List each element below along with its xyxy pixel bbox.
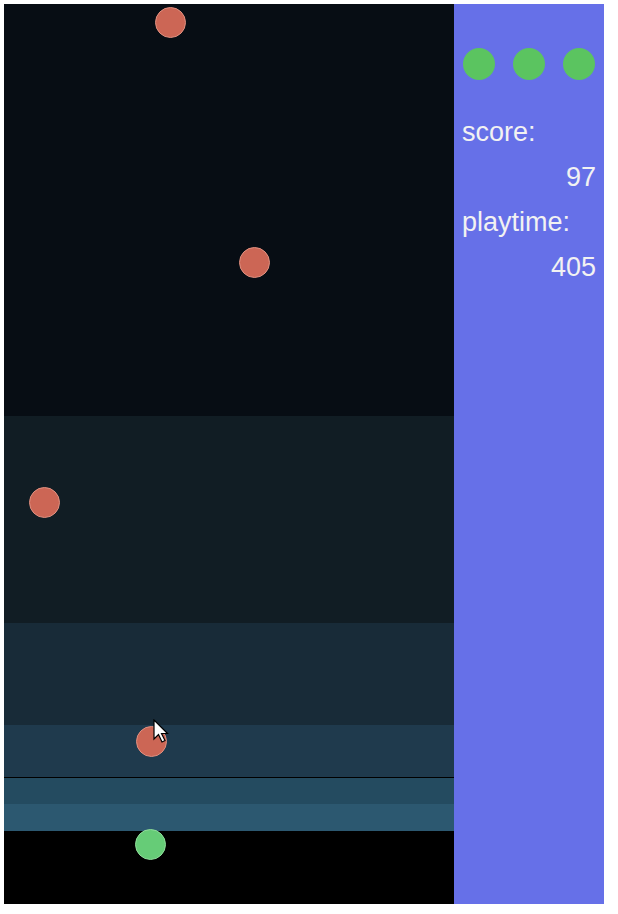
band: [4, 725, 454, 777]
life-dot: [563, 48, 595, 80]
life-dot: [463, 48, 495, 80]
stat-value: 97: [462, 154, 596, 200]
life-dot: [513, 48, 545, 80]
stat-value: 405: [462, 244, 596, 290]
band: [4, 4, 454, 416]
stat: score:97: [462, 110, 596, 200]
stat-label: playtime:: [462, 200, 596, 244]
band: [4, 778, 454, 804]
sidebar: score:97playtime:405: [454, 4, 604, 904]
cursor-icon: [153, 719, 171, 745]
player-ball[interactable]: [135, 829, 166, 860]
band: [4, 804, 454, 831]
enemy-ball: [29, 487, 60, 518]
stat: playtime:405: [462, 200, 596, 290]
game-canvas[interactable]: [4, 4, 454, 904]
band: [4, 623, 454, 725]
player-zone: [4, 831, 454, 904]
band: [4, 416, 454, 623]
stat-label: score:: [462, 110, 596, 154]
page: score:97playtime:405: [0, 0, 618, 914]
enemy-ball: [239, 247, 270, 278]
enemy-ball: [155, 7, 186, 38]
lives: [462, 48, 596, 80]
